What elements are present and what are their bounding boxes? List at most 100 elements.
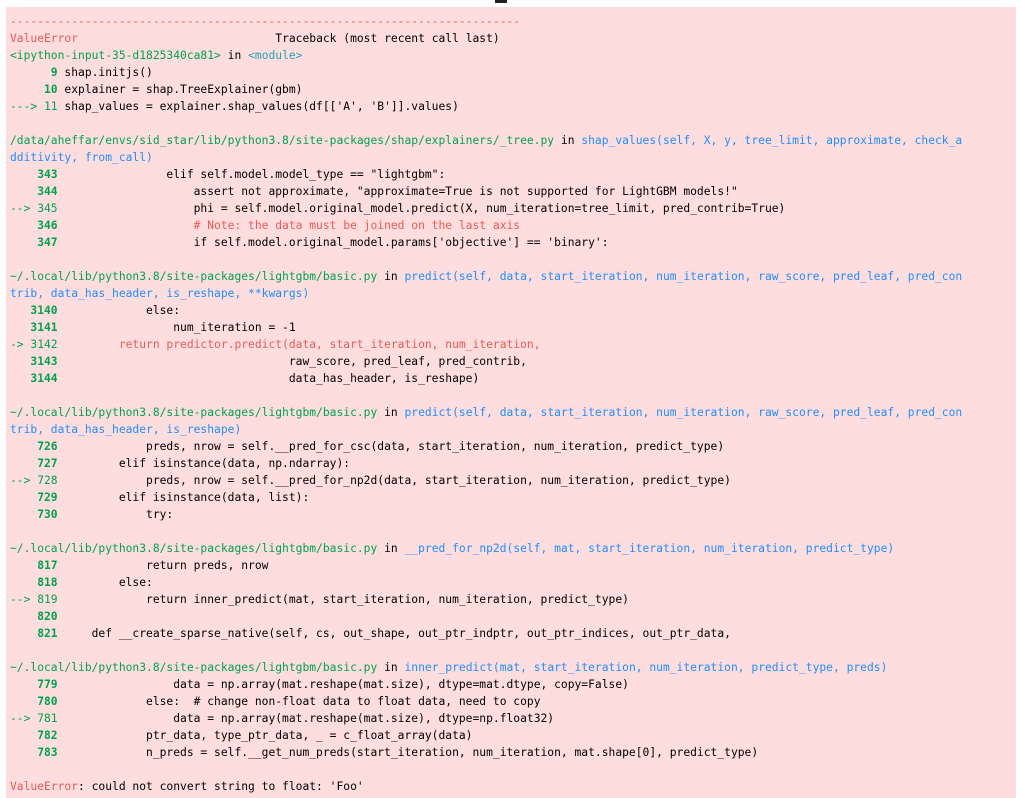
final-error: ValueError: could not convert string to … [10,778,1016,795]
code-line: 817 return preds, nrow [10,557,1016,574]
code-text: else: [57,304,181,317]
code-line: 727 elif isinstance(data, np.ndarray): [10,455,1016,472]
code-text: shap_values = explainer.shap_values(df[[… [57,100,459,113]
line-number: 782 [10,729,58,742]
frame-signature-cont: dditivity, from_call) [10,151,153,164]
line-number: 780 [10,695,58,708]
line-number: 779 [10,678,58,691]
code-line: 783 n_preds = self.__get_num_preds(start… [10,744,1016,761]
code-line: 344 assert not approximate, "approximate… [10,183,1016,200]
line-arrow: --> 728 [10,474,58,487]
code-text: assert not approximate, "approximate=Tru… [57,185,738,198]
frame-function: shap_values(self, X, y, tree_limit, appr… [581,134,963,147]
line-number: 730 [10,508,58,521]
code-text: try: [57,508,174,521]
code-line-current: --> 728 preds, nrow = self.__pred_for_np… [10,472,1016,489]
code-line: 782 ptr_data, type_ptr_data, _ = c_float… [10,727,1016,744]
code-text: num_iteration = -1 [57,321,296,334]
frame-function: predict(self, data, start_iteration, num… [404,406,963,419]
code-line: 730 try: [10,506,1016,523]
line-number: 343 [10,168,58,181]
line-number: 10 [10,83,58,96]
code-line: 820 [10,608,1016,625]
frame-header: ~/.local/lib/python3.8/site-packages/lig… [10,268,1016,285]
code-line: 726 preds, nrow = self.__pred_for_csc(da… [10,438,1016,455]
final-error-message: : could not convert string to float: 'Fo… [78,780,364,793]
code-line: 346 # Note: the data must be joined on t… [10,217,1016,234]
code-text: if self.model.original_model.params['obj… [57,236,609,249]
code-line: 3141 num_iteration = -1 [10,319,1016,336]
code-line: 343 elif self.model.model_type == "light… [10,166,1016,183]
line-number: 729 [10,491,58,504]
traceback-title: Traceback (most recent call last) [275,32,500,45]
final-error-name: ValueError [10,780,79,793]
code-text: explainer = shap.TreeExplainer(gbm) [57,83,303,96]
error-name: ValueError [10,32,79,45]
line-number: 727 [10,457,58,470]
frame-function: <module> [248,49,303,62]
code-text: shap.initjs() [57,66,153,79]
traceback-header-spacer [78,32,275,45]
code-line: 10 explainer = shap.TreeExplainer(gbm) [10,81,1016,98]
code-text: else: # change non-float data to float d… [57,695,541,708]
line-number: 820 [10,610,58,623]
line-number: 817 [10,559,58,572]
line-number: 9 [10,66,58,79]
code-text: preds, nrow = self.__pred_for_csc(data, … [57,440,725,453]
code-text: return predictor.predict(data, start_ite… [57,338,541,351]
frame-signature-cont: trib, data_has_header, is_reshape) [10,423,242,436]
line-number: 344 [10,185,58,198]
code-line: 347 if self.model.original_model.params[… [10,234,1016,251]
code-line: 3143 raw_score, pred_leaf, pred_contrib, [10,353,1016,370]
code-line: 3140 else: [10,302,1016,319]
frame-in: in [554,134,582,147]
code-line: 821 def __create_sparse_native(self, cs,… [10,625,1016,642]
code-line: 729 elif isinstance(data, list): [10,489,1016,506]
code-line-current: ---> 11 shap_values = explainer.shap_val… [10,98,1016,115]
code-text: elif self.model.model_type == "lightgbm"… [57,168,446,181]
code-text: data = np.array(mat.reshape(mat.size), d… [57,678,629,691]
frame-header: <ipython-input-35-d1825340ca81> in <modu… [10,47,1016,64]
code-line: 818 else: [10,574,1016,591]
code-text: data_has_header, is_reshape) [57,372,480,385]
line-number: 821 [10,627,58,640]
code-text: n_preds = self.__get_num_preds(start_ite… [57,746,759,759]
frame-file: <ipython-input-35-d1825340ca81> [10,49,221,62]
code-text: phi = self.model.original_model.predict(… [57,202,786,215]
frame-in: in [377,406,405,419]
frame-file: /data/aheffar/envs/sid_star/lib/python3.… [10,134,555,147]
line-number: 347 [10,236,58,249]
traceback-output: ----------------------------------------… [6,7,1016,798]
line-arrow: --> 345 [10,202,58,215]
code-text: preds, nrow = self.__pred_for_np2d(data,… [57,474,731,487]
frame-file: ~/.local/lib/python3.8/site-packages/lig… [10,406,378,419]
frame-header: ~/.local/lib/python3.8/site-packages/lig… [10,404,1016,421]
window-notch [495,0,507,3]
code-line-current: --> 345 phi = self.model.original_model.… [10,200,1016,217]
frame-in: in [220,49,249,62]
code-text: return preds, nrow [57,559,269,572]
frame-header: ~/.local/lib/python3.8/site-packages/lig… [10,659,1016,676]
line-number: 3141 [10,321,58,334]
code-text: raw_score, pred_leaf, pred_contrib, [57,355,527,368]
frame-header: ~/.local/lib/python3.8/site-packages/lig… [10,540,1016,557]
line-arrow: ---> 11 [10,100,58,113]
frame-file: ~/.local/lib/python3.8/site-packages/lig… [10,661,378,674]
frame-in: in [377,661,405,674]
frame-in: in [377,542,405,555]
code-line: 779 data = np.array(mat.reshape(mat.size… [10,676,1016,693]
traceback-separator: ----------------------------------------… [10,15,521,28]
line-arrow: --> 819 [10,593,58,606]
code-line: 3144 data_has_header, is_reshape) [10,370,1016,387]
code-line: 9 shap.initjs() [10,64,1016,81]
frame-signature-cont: trib, data_has_header, is_reshape, **kwa… [10,287,310,300]
frame-file: ~/.local/lib/python3.8/site-packages/lig… [10,542,378,555]
frame-file: ~/.local/lib/python3.8/site-packages/lig… [10,270,378,283]
code-text: data = np.array(mat.reshape(mat.size), d… [57,712,555,725]
code-text: def __create_sparse_native(self, cs, out… [57,627,731,640]
line-number: 3140 [10,304,58,317]
